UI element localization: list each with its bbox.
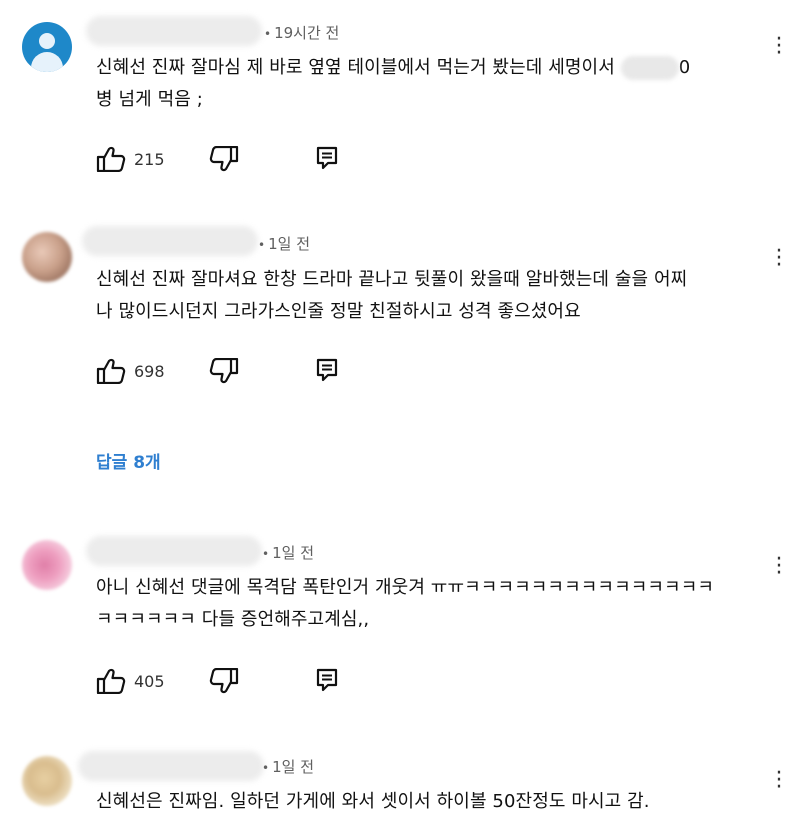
reply-button[interactable]	[316, 668, 338, 692]
comment-time: • 1일 전	[262, 758, 314, 776]
reply-button[interactable]	[316, 358, 338, 382]
avatar[interactable]	[22, 232, 72, 282]
time-text: 1일 전	[272, 758, 314, 776]
like-button[interactable]: 405	[96, 668, 165, 694]
like-icon	[96, 668, 126, 694]
time-text: 1일 전	[268, 235, 310, 253]
dislike-icon	[209, 146, 239, 172]
more-options-icon[interactable]: · · ·	[772, 549, 786, 585]
comment-actions: 405	[96, 668, 356, 698]
comment-text-line2: ㅋㅋㅋㅋㅋㅋ 다들 증언해주고계심,,	[96, 609, 370, 630]
comment-actions: 215	[96, 146, 356, 176]
comment-text: 신혜선 진짜 잘마셔요 한창 드라마 끝나고 뒷풀이 왔을때 알바했는데 술을 …	[96, 264, 772, 328]
more-options-icon[interactable]: · · ·	[772, 763, 786, 799]
like-count: 405	[134, 671, 165, 691]
comment-time: • 1일 전	[262, 544, 314, 562]
comment-text-line2: 나 많이드시던지 그라가스인줄 정말 친절하시고 성격 좋으셨어요	[96, 301, 581, 322]
username-redacted[interactable]	[78, 751, 264, 781]
username-redacted[interactable]	[86, 16, 262, 46]
reply-icon	[316, 146, 338, 170]
comment-text-line2: 병 넘게 먹음 ;	[96, 89, 203, 110]
username-redacted[interactable]	[82, 226, 258, 256]
like-count: 698	[134, 361, 165, 381]
like-count: 215	[134, 149, 165, 169]
dislike-button[interactable]	[209, 358, 239, 384]
comment-time: • 1일 전	[258, 235, 310, 253]
avatar[interactable]	[22, 756, 72, 806]
comment-text: 신혜선 진짜 잘마심 제 바로 옆옆 테이블에서 먹는거 봤는데 세명이서 0 …	[96, 52, 772, 116]
comment-text: 아니 신혜선 댓글에 목격담 폭탄인거 개웃겨 ㅠㅠㅋㅋㅋㅋㅋㅋㅋㅋㅋㅋㅋㅋㅋㅋ…	[96, 572, 772, 636]
reply-icon	[316, 358, 338, 382]
reply-button[interactable]	[316, 146, 338, 170]
comment-actions: 698	[96, 358, 356, 388]
reply-icon	[316, 668, 338, 692]
comment-text-line1-tail: 0	[678, 57, 691, 78]
redacted-amount	[620, 56, 679, 80]
dislike-icon	[209, 668, 239, 694]
comment-text-line1: 아니 신혜선 댓글에 목격담 폭탄인거 개웃겨 ㅠㅠㅋㅋㅋㅋㅋㅋㅋㅋㅋㅋㅋㅋㅋㅋ…	[96, 577, 715, 598]
username-redacted[interactable]	[86, 536, 262, 566]
more-options-icon[interactable]: · · ·	[772, 29, 786, 65]
dislike-button[interactable]	[209, 668, 239, 694]
like-icon	[96, 358, 126, 384]
comment-text-line1: 신혜선은 진짜임. 일하던 가게에 와서 셋이서 하이볼 50잔정도 마시고 감…	[96, 791, 650, 812]
avatar[interactable]	[22, 22, 72, 72]
avatar[interactable]	[22, 540, 72, 590]
comment-text-line1: 신혜선 진짜 잘마셔요 한창 드라마 끝나고 뒷풀이 왔을때 알바했는데 술을 …	[96, 269, 688, 290]
like-icon	[96, 146, 126, 172]
comment-time: • 19시간 전	[264, 24, 340, 42]
view-replies-link[interactable]: 답글 8개	[96, 448, 161, 473]
dislike-icon	[209, 358, 239, 384]
like-button[interactable]: 215	[96, 146, 165, 172]
dislike-button[interactable]	[209, 146, 239, 172]
like-button[interactable]: 698	[96, 358, 165, 384]
more-options-icon[interactable]: · · ·	[772, 241, 786, 277]
avatar-body-shape	[31, 52, 63, 72]
comment-text-line1: 신혜선 진짜 잘마심 제 바로 옆옆 테이블에서 먹는거 봤는데 세명이서	[96, 57, 615, 78]
avatar-head-shape	[39, 33, 55, 49]
time-text: 19시간 전	[274, 24, 340, 42]
time-text: 1일 전	[272, 544, 314, 562]
comment-text: 신혜선은 진짜임. 일하던 가게에 와서 셋이서 하이볼 50잔정도 마시고 감…	[96, 786, 772, 818]
